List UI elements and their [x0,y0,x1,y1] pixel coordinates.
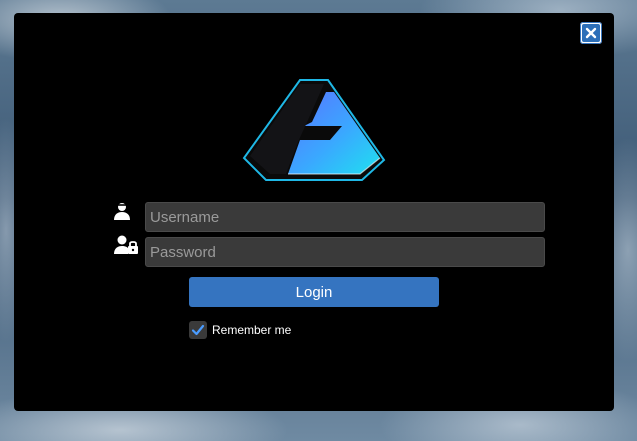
username-input[interactable] [145,202,545,232]
login-button[interactable]: Login [189,277,439,307]
close-icon [582,24,600,42]
remember-me-checkbox[interactable] [189,321,207,339]
user-lock-icon [113,233,138,257]
user-icon [111,199,135,223]
app-logo [242,78,386,182]
remember-me[interactable]: Remember me [189,321,291,339]
close-button[interactable] [580,22,602,44]
checkmark-icon [191,324,205,336]
password-input[interactable] [145,237,545,267]
login-dialog: Login Remember me [14,13,614,411]
remember-me-label: Remember me [212,323,292,337]
